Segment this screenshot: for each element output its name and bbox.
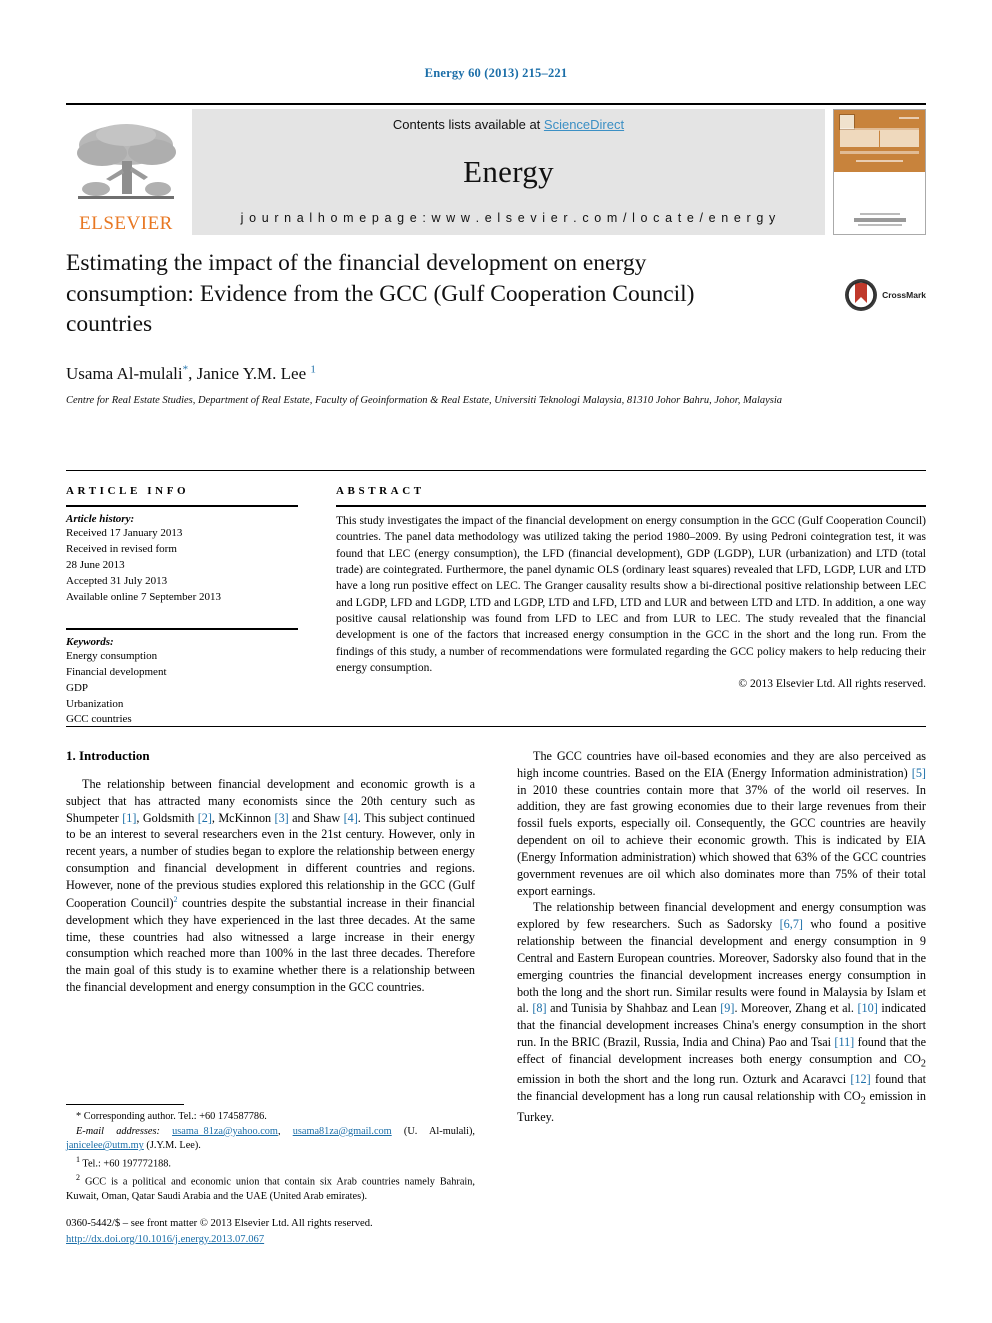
elsevier-tree-icon	[77, 124, 176, 199]
history-item: 28 June 2013	[66, 558, 125, 571]
article-info-column: ARTICLE INFO Article history: Received 1…	[66, 485, 298, 728]
issn-line: 0360-5442/$ – see front matter © 2013 El…	[66, 1218, 373, 1229]
info-abstract-section: ARTICLE INFO Article history: Received 1…	[66, 470, 926, 728]
email-link-3[interactable]: janicelee@utm.my	[66, 1140, 144, 1151]
footnote-2: 2 GCC is a political and economic union …	[66, 1172, 475, 1202]
footnote-1: 1 Tel.: +60 197772188.	[76, 1154, 171, 1170]
crossmark-label: CrossMark	[882, 290, 926, 300]
doi-link[interactable]: http://dx.doi.org/10.1016/j.energy.2013.…	[66, 1234, 264, 1245]
contents-prefix: Contents lists available at	[392, 117, 544, 132]
title-block: Estimating the impact of the financial d…	[66, 248, 926, 409]
abstract-heading: ABSTRACT	[336, 485, 425, 497]
cover-letter-y	[905, 130, 919, 147]
body-columns: 1. Introduction The relationship between…	[66, 748, 926, 1126]
keyword-item: Energy consumption	[66, 649, 158, 662]
abstract-text: This study investigates the impact of th…	[336, 515, 926, 674]
journal-homepage-line[interactable]: j o u r n a l h o m e p a g e : w w w . …	[241, 211, 777, 225]
body-column-left: 1. Introduction The relationship between…	[66, 748, 475, 1126]
keyword-item: Urbanization	[66, 697, 124, 710]
elsevier-wordmark: ELSEVIER	[79, 213, 173, 234]
paper-page: Energy 60 (2013) 215–221 ELSEVIER Conten…	[0, 0, 992, 1323]
cover-letter-g	[892, 130, 906, 147]
article-info-heading: ARTICLE INFO	[66, 485, 190, 497]
footnote-emails: E-mail addresses: usama_81za@yahoo.com, …	[66, 1125, 475, 1154]
email-owner-3: (J.Y.M. Lee).	[146, 1140, 201, 1152]
crossmark-icon	[845, 279, 878, 311]
masthead-center: Contents lists available at ScienceDirec…	[192, 109, 825, 235]
journal-name: Energy	[463, 153, 554, 189]
affiliation: Centre for Real Estate Studies, Departme…	[66, 395, 783, 407]
imprint-block: 0360-5442/$ – see front matter © 2013 El…	[66, 1216, 546, 1248]
footnote-corresponding-author: * Corresponding author. Tel.: +60 174587…	[76, 1111, 267, 1122]
keyword-item: Financial development	[66, 665, 167, 678]
crossmark-badge[interactable]: CrossMark	[844, 278, 926, 312]
history-item: Accepted 31 July 2013	[66, 574, 168, 587]
email-label: E-mail addresses:	[76, 1125, 160, 1137]
running-head: Energy 60 (2013) 215–221	[424, 66, 568, 80]
journal-cover-thumbnail	[833, 109, 926, 235]
abstract-rule	[336, 505, 926, 507]
paragraph: The GCC countries have oil-based economi…	[517, 749, 926, 898]
author-list: Usama Al-mulali*, Janice Y.M. Lee 1	[66, 364, 926, 385]
abstract-column: ABSTRACT This study investigates the imp…	[336, 485, 926, 728]
authors-text: Usama Al-mulali*, Janice Y.M. Lee 1	[66, 363, 316, 384]
cover-subtitle-line	[856, 160, 903, 162]
section-heading-introduction: 1. Introduction	[66, 748, 150, 763]
keywords-label: Keywords:	[66, 635, 114, 648]
cover-publisher-mark	[834, 213, 925, 226]
elsevier-logo: ELSEVIER	[66, 109, 186, 235]
email-sep: ,	[277, 1125, 293, 1137]
keyword-item: GDP	[66, 681, 89, 694]
cover-letter-n	[853, 130, 867, 147]
article-info-rule	[66, 505, 298, 507]
sciencedirect-link[interactable]: ScienceDirect	[544, 117, 624, 132]
contents-available-line: Contents lists available at ScienceDirec…	[393, 117, 624, 132]
cover-letter-e	[840, 130, 853, 147]
article-history-label: Article history:	[66, 513, 135, 525]
cover-bottom-panel	[834, 172, 925, 234]
cover-letter-r	[879, 130, 893, 147]
history-item: Available online 7 September 2013	[66, 590, 221, 603]
body-separator-rule	[66, 726, 926, 727]
cover-energy-title	[840, 130, 919, 147]
paragraph: The relationship between financial devel…	[517, 900, 927, 1124]
email-owner-1: (U. Al-mulali),	[403, 1125, 476, 1137]
cover-top-panel	[834, 110, 925, 172]
cover-text-line	[899, 117, 919, 119]
abstract-copyright: © 2013 Elsevier Ltd. All rights reserved…	[738, 678, 926, 691]
footnotes-block: * Corresponding author. Tel.: +60 174587…	[66, 1098, 475, 1205]
keywords-block: Keywords: Energy consumption Financial d…	[66, 627, 298, 729]
footnote-rule	[66, 1104, 184, 1105]
email-link-2[interactable]: usama81za@gmail.com	[293, 1126, 392, 1137]
history-item: Received in revised form	[66, 542, 177, 555]
body-column-right: The GCC countries have oil-based economi…	[517, 748, 926, 1126]
email-link-1[interactable]: usama_81za@yahoo.com	[172, 1126, 278, 1137]
journal-masthead: ELSEVIER Contents lists available at Sci…	[66, 103, 926, 235]
cover-letter-e2	[866, 130, 880, 147]
paragraph: The relationship between financial devel…	[66, 777, 476, 994]
keywords-rule	[66, 627, 298, 630]
history-item: Received 17 January 2013	[66, 527, 183, 539]
page-title: Estimating the impact of the financial d…	[66, 250, 695, 338]
cover-stripe-lower	[840, 151, 919, 154]
